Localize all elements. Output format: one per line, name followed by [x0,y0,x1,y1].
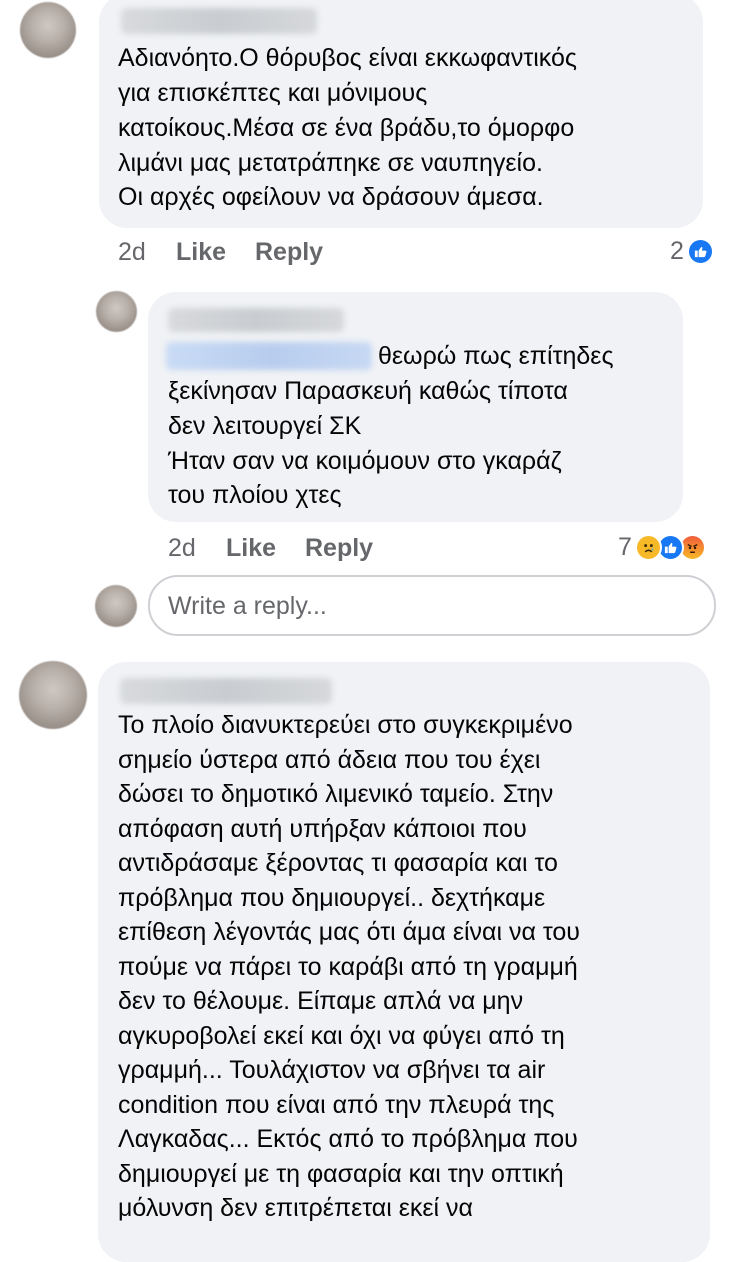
comment-3-line-13: Λαγκαδας... Εκτός από το πρόβλημα που [118,1125,578,1153]
comment-3-bubble: Το πλοίο διανυκτερεύει στο συγκεκριμένο … [98,662,710,1262]
comment-1-reply-button[interactable]: Reply [255,238,323,267]
comment-2-reactions[interactable]: 7 [618,532,706,562]
comment-2-bubble: θεωρώ πως επίτηδες ξεκίνησαν Παρασκευή κ… [148,292,683,522]
comment-3-line-4: απόφαση αυτή υπήρξαν κάποιοι που [118,815,527,843]
comment-2-time[interactable]: 2d [168,534,196,563]
comment-2-reply-button[interactable]: Reply [305,534,373,563]
comment-1-line-4: λιμάνι μας μετατράπηκε σε ναυπηγείο. [118,149,543,177]
comment-3-avatar[interactable] [19,661,87,729]
comment-1-line-3: κατοίκους.Μέσα σε ένα βράδυ,το όμορφο [118,114,575,142]
comment-1-reactions[interactable]: 2 [670,236,714,266]
comment-2-author-name[interactable] [168,308,344,332]
comment-3-line-6: πρόβλημα που δημιουργεί.. δεχτήκαμε [118,884,546,912]
comment-2-like-button[interactable]: Like [226,534,276,563]
comment-3-line-9: δεν το θέλουμε. Είπαμε απλά να μην [118,987,524,1015]
reply-input[interactable]: Write a reply... [148,575,716,636]
comment-3-line-7: επίθεση λέγοντάς μας ότι άμα είναι να το… [118,918,580,946]
comment-1-line-2: για επισκέπτες και μόνιμους [118,79,428,107]
comment-1-line-5: Οι αρχές οφείλουν να δράσουν άμεσα. [118,183,544,211]
comment-1-reaction-count: 2 [670,236,684,265]
comment-2-line-1: θεωρώ πως επίτηδες [378,342,614,370]
comment-1-avatar[interactable] [20,2,76,58]
comment-3-author-name[interactable] [120,678,332,704]
comment-1-time[interactable]: 2d [118,238,146,267]
comment-3-line-10: αγκυροβολεί εκεί και όχι να φύγει από τη [118,1022,565,1050]
comment-1-like-button[interactable]: Like [176,238,226,267]
comment-2-line-3: δεν λειτουργεί ΣΚ [168,412,362,440]
like-reaction-icon [686,237,714,265]
sad-reaction-icon [634,533,662,561]
comment-2-line-5: του πλοίου χτες [168,481,342,509]
comment-3-line-12: condition που είναι από την πλευρά της [118,1091,555,1119]
comment-2-line-2: ξεκίνησαν Παρασκευή καθώς τίποτα [168,377,568,405]
comment-2-line-4: Ήταν σαν να κοιμόμουν στο γκαράζ [168,447,562,475]
comment-3-line-2: σημείο ύστερα από άδεια που του έχει [118,746,541,774]
comment-3-line-8: πούμε να πάρει το καράβι από τη γραμμή [118,953,578,981]
comment-3-line-11: γραμμή... Τουλάχιστον να σβήνει τα air [118,1056,546,1084]
comment-1-line-1: Αδιανόητο.Ο θόρυβος είναι εκκωφαντικός [118,44,577,72]
reply-input-placeholder: Write a reply... [168,592,327,620]
comment-3-line-1: Το πλοίο διανυκτερεύει στο συγκεκριμένο [118,711,573,739]
comment-2-mention-tag[interactable] [166,342,372,370]
comment-1-author-name[interactable] [121,8,317,34]
comment-3-line-5: αντιδράσαμε ξέροντας τι φασαρία και το [118,849,558,877]
current-user-avatar [95,585,137,627]
comment-2-reaction-count: 7 [618,532,632,561]
comment-3-line-14: δημιουργεί με τη φασαρία και την οπτική [118,1160,564,1188]
comment-1-bubble: Αδιανόητο.Ο θόρυβος είναι εκκωφαντικός γ… [99,0,703,228]
comment-2-avatar[interactable] [96,291,137,332]
comment-3-line-3: δώσει το δημοτικό λιμενικό ταμείο. Στην [118,780,554,808]
comment-3-line-15: μόλυνση δεν επιτρέπεται εκεί να [118,1194,473,1222]
